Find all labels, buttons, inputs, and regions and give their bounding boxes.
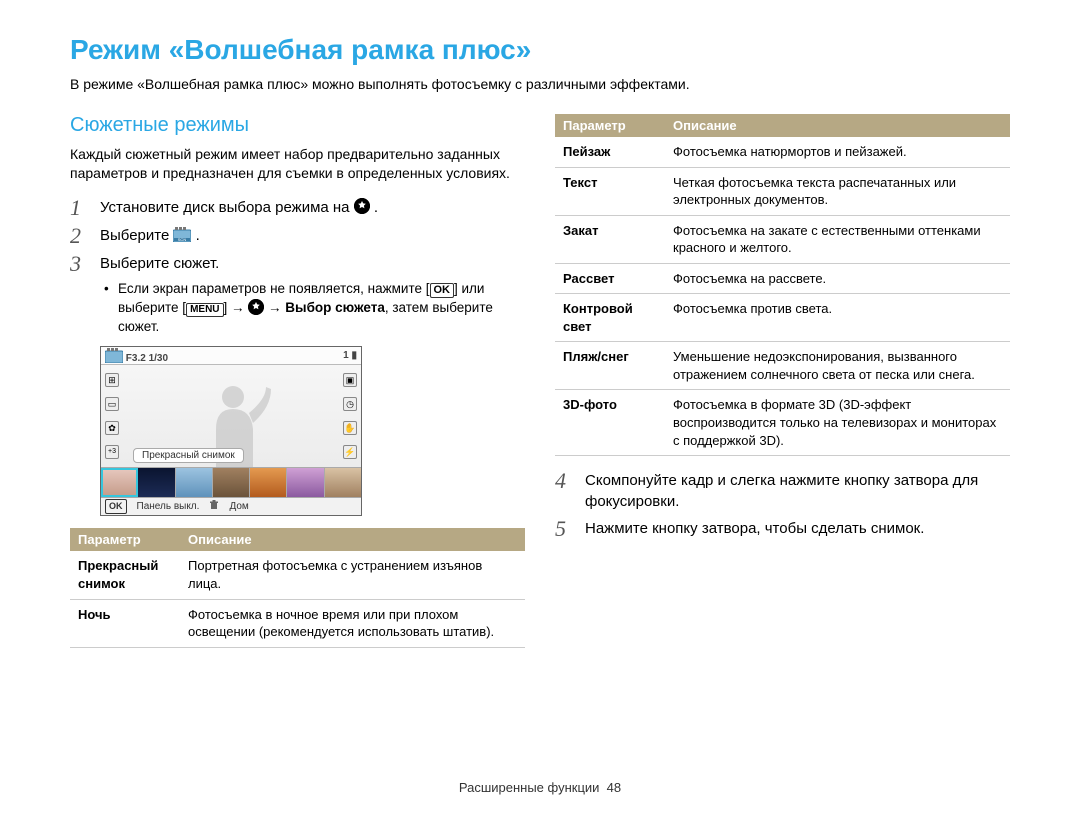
table-row: РассветФотосъемка на рассвете. <box>555 263 1010 294</box>
indicator-ev-icon: +3 <box>105 445 119 459</box>
param-cell: Закат <box>555 215 665 263</box>
step-3-subnote: Если экран параметров не появляется, наж… <box>100 280 525 337</box>
indicator-stab-icon: ▣ <box>343 373 357 387</box>
step-number: 3 <box>70 253 90 337</box>
preview-panel-off: Панель выкл. <box>137 501 200 512</box>
table-row: 3D-фотоФотосъемка в формате 3D (3D-эффек… <box>555 390 1010 456</box>
indicator-focus-icon: ✿ <box>105 421 119 435</box>
th-desc: Описание <box>665 114 1010 137</box>
mode-dial-icon <box>248 299 264 315</box>
param-cell: Прекрасный снимок <box>70 551 180 599</box>
scene-mode-icon <box>105 348 123 364</box>
section-text: Каждый сюжетный режим имеет набор предва… <box>70 145 525 183</box>
preview-exposure: F3.2 1/30 <box>126 353 168 364</box>
table-row: ПейзажФотосъемка натюрмортов и пейзажей. <box>555 137 1010 167</box>
step-5-text: Нажмите кнопку затвора, чтобы сделать сн… <box>585 518 1010 540</box>
camera-preview: F3.2 1/30 1 ▮ ⊞ ▭ ✿ +3 <box>100 346 362 516</box>
step-number: 5 <box>555 518 575 540</box>
step-2-text-b: . <box>196 227 200 244</box>
svg-text:SCN: SCN <box>178 237 187 242</box>
step-1-text-a: Установите диск выбора режима на <box>100 199 354 216</box>
desc-cell: Портретная фотосъемка с устранением изъя… <box>180 551 525 599</box>
step-number: 4 <box>555 470 575 512</box>
param-cell: Пейзаж <box>555 137 665 167</box>
desc-cell: Фотосъемка в формате 3D (3D-эффект воспр… <box>665 390 1010 456</box>
page-title: Режим «Волшебная рамка плюс» <box>70 34 1010 66</box>
desc-cell: Фотосъемка натюрмортов и пейзажей. <box>665 137 1010 167</box>
menu-icon: MENU <box>186 303 223 317</box>
ok-icon: OK <box>105 499 127 514</box>
trash-icon <box>209 500 219 513</box>
indicator-size-icon: ▭ <box>105 397 119 411</box>
param-cell: 3D-фото <box>555 390 665 456</box>
indicator-hand-icon: ✋ <box>343 421 357 435</box>
table-row: Контровой светФотосъемка против света. <box>555 294 1010 342</box>
indicator-mode-icon: ⊞ <box>105 373 119 387</box>
step-number: 2 <box>70 225 90 247</box>
desc-cell: Фотосъемка в ночное время или при плохом… <box>180 599 525 647</box>
section-heading: Сюжетные режимы <box>70 114 525 137</box>
th-param: Параметр <box>70 528 180 551</box>
param-cell: Текст <box>555 167 665 215</box>
desc-cell: Фотосъемка на рассвете. <box>665 263 1010 294</box>
table-row: Пляж/снегУменьшение недоэкспонирования, … <box>555 342 1010 390</box>
param-cell: Контровой свет <box>555 294 665 342</box>
table-row: ЗакатФотосъемка на закате с естественным… <box>555 215 1010 263</box>
desc-cell: Уменьшение недоэкспонирования, вызванног… <box>665 342 1010 390</box>
mode-dial-icon <box>354 198 370 214</box>
param-cell: Рассвет <box>555 263 665 294</box>
table-row: НочьФотосъемка в ночное время или при пл… <box>70 599 525 647</box>
indicator-flash-icon: ⚡ <box>343 445 357 459</box>
th-param: Параметр <box>555 114 665 137</box>
preview-thumbnails <box>101 467 361 497</box>
table-row: Прекрасный снимокПортретная фотосъемка с… <box>70 551 525 599</box>
ok-icon: OK <box>430 283 455 298</box>
desc-cell: Фотосъемка на закате с естественными отт… <box>665 215 1010 263</box>
page-footer: Расширенные функции 48 <box>0 780 1080 795</box>
step-3-text: Выберите сюжет. <box>100 255 219 272</box>
param-cell: Пляж/снег <box>555 342 665 390</box>
battery-icon: ▮ <box>351 350 357 361</box>
indicator-timer-icon: ◷ <box>343 397 357 411</box>
scene-table-left: Параметр Описание Прекрасный снимокПортр… <box>70 528 525 647</box>
scene-mode-icon: SCN <box>173 227 195 244</box>
preview-scene-label: Прекрасный снимок <box>133 448 244 463</box>
step-number: 1 <box>70 197 90 219</box>
preview-shots-left: 1 <box>343 350 349 361</box>
step-4-text: Скомпонуйте кадр и слегка нажмите кнопку… <box>585 470 1010 512</box>
param-cell: Ночь <box>70 599 180 647</box>
preview-home-label: Дом <box>229 501 248 512</box>
th-desc: Описание <box>180 528 525 551</box>
page-intro: В режиме «Волшебная рамка плюс» можно вы… <box>70 76 1010 92</box>
desc-cell: Четкая фотосъемка текста распечатанных и… <box>665 167 1010 215</box>
step-1-text-b: . <box>374 199 378 216</box>
step-2-text-a: Выберите <box>100 227 173 244</box>
desc-cell: Фотосъемка против света. <box>665 294 1010 342</box>
scene-table-right: Параметр Описание ПейзажФотосъемка натюр… <box>555 114 1010 456</box>
table-row: ТекстЧеткая фотосъемка текста распечатан… <box>555 167 1010 215</box>
